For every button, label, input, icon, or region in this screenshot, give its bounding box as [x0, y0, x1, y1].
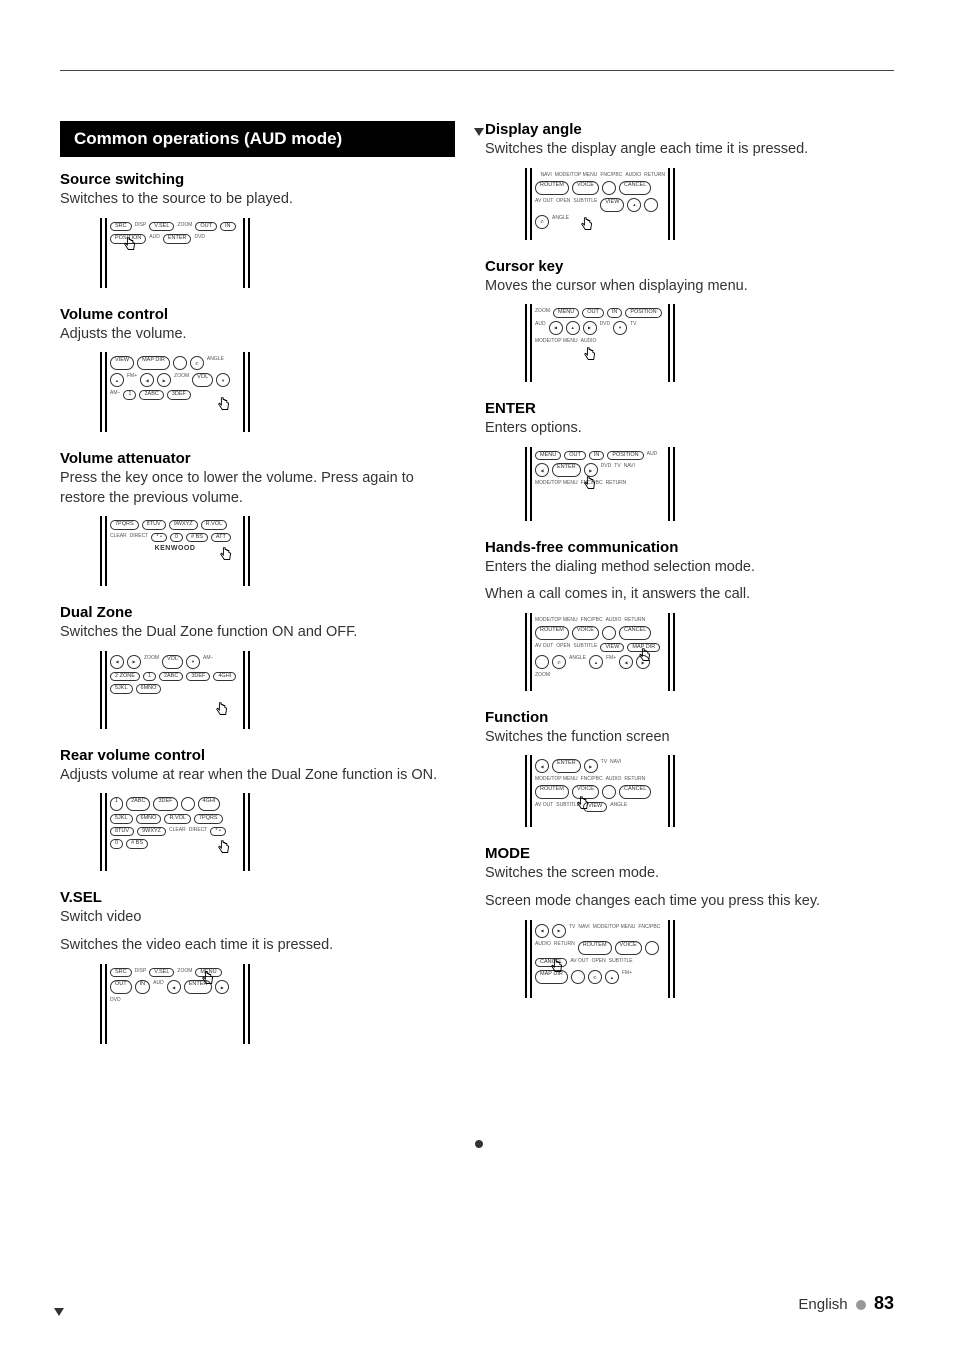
description: Screen mode changes each time you press …	[485, 892, 894, 912]
remote-diagram-volume: VIEW MAP DIR ✆ ANGLE ▲ FM+ ◀ ▶ ZOOM VOL …	[100, 352, 250, 432]
enter-button[interactable]: ENTER	[163, 234, 192, 244]
vsel-button[interactable]: V.SEL	[149, 968, 174, 978]
description: When a call comes in, it answers the cal…	[485, 585, 894, 605]
pointer-hand-icon	[218, 546, 236, 564]
section-vsel: V.SEL Switch video Switches the video ea…	[60, 889, 455, 1043]
remote-diagram-function: ◀ ENTER ▶ TV NAVI MODE/TOP MENU FNC/PBC …	[525, 755, 675, 827]
section-hands-free: Hands-free communication Enters the dial…	[485, 539, 894, 691]
section-function: Function Switches the function screen ◀ …	[485, 709, 894, 828]
pointer-hand-icon	[549, 958, 567, 976]
remote-diagram-vsel: SRC DISP V.SEL ZOOM MENU OUT IN AUD ◀ EN…	[100, 964, 250, 1044]
remote-diagram-angle: NAVI MODE/TOP MENU FNC/PBC AUDIO RETURN …	[525, 168, 675, 240]
section-header: Common operations (AUD mode)	[60, 121, 455, 157]
pointer-hand-icon	[582, 346, 600, 364]
pointer-hand-icon	[582, 475, 600, 493]
description: Adjusts volume at rear when the Dual Zon…	[60, 766, 455, 786]
section-mode: MODE Switches the screen mode. Screen mo…	[485, 845, 894, 997]
page-continue-marker	[54, 1308, 64, 1316]
map-dir-button[interactable]: MAP DIR	[137, 356, 170, 370]
remote-diagram-rvol: 1 2ABC 3DEF 4GHI 5JKL 6MNO R.VOL 7PQRS 8…	[100, 793, 250, 871]
pointer-hand-icon	[216, 396, 234, 414]
description: Switches the video each time it is press…	[60, 936, 455, 956]
description: Switches the Dual Zone function ON and O…	[60, 623, 455, 643]
phone-off-icon[interactable]: ✆	[588, 970, 602, 984]
open-icon[interactable]: ▲	[627, 198, 641, 212]
heading: MODE	[485, 845, 894, 862]
heading: V.SEL	[60, 889, 455, 906]
section-display-angle: Display angle Switches the display angle…	[485, 121, 894, 240]
vol-button[interactable]: VOL	[192, 373, 213, 387]
heading: Cursor key	[485, 258, 894, 275]
description: Enters the dialing method selection mode…	[485, 558, 894, 578]
in-button[interactable]: IN	[220, 222, 236, 232]
footer-page-number: 83	[874, 1293, 894, 1313]
pointer-hand-icon	[579, 216, 597, 234]
description: Switches the function screen	[485, 728, 894, 748]
view-button[interactable]: VIEW	[110, 356, 134, 370]
section-volume-control: Volume control Adjusts the volume. VIEW …	[60, 306, 455, 433]
description: Switches the screen mode.	[485, 864, 894, 884]
2zone-button[interactable]: 2 ZONE	[110, 672, 140, 682]
footer-dot-icon	[856, 1300, 866, 1310]
remote-diagram-att: 7PQRS 8TUV 9WXYZ R.VOL CLEAR DIRECT * • …	[100, 516, 250, 586]
section-end-marker	[475, 1140, 483, 1148]
heading: Display angle	[485, 121, 894, 138]
remote-diagram-enter: MENU OUT IN POSITION AUD ◀ ENTER ▶ DVD T…	[525, 447, 675, 521]
vsel-button[interactable]: V.SEL	[149, 222, 174, 232]
remote-diagram-handsfree: MODE/TOP MENU FNC/PBC AUDIO RETURN ROUTE…	[525, 613, 675, 691]
description: Enters options.	[485, 419, 894, 439]
description: Adjusts the volume.	[60, 325, 455, 345]
mode-button[interactable]: ROUTEM	[578, 941, 612, 955]
description: Moves the cursor when displaying menu.	[485, 277, 894, 297]
description: Press the key once to lower the volume. …	[60, 469, 455, 508]
src-button[interactable]: SRC	[110, 222, 132, 232]
footer-language: English	[798, 1296, 847, 1313]
pointer-hand-icon	[122, 236, 140, 254]
att-button[interactable]: ATT	[211, 533, 231, 543]
pointer-hand-icon	[214, 701, 232, 719]
heading: Dual Zone	[60, 604, 455, 621]
pointer-hand-icon	[637, 647, 655, 665]
pointer-hand-icon	[216, 839, 234, 857]
description: Switches to the source to be played.	[60, 190, 455, 210]
section-dual-zone: Dual Zone Switches the Dual Zone functio…	[60, 604, 455, 729]
heading: Volume control	[60, 306, 455, 323]
src-button[interactable]: SRC	[110, 968, 132, 978]
section-source-switching: Source switching Switches to the source …	[60, 171, 455, 288]
remote-diagram-dualzone: ◀ ▶ ZOOM VOL ▼ AM− 2 ZONE 1 2ABC 3DEF 4G…	[100, 651, 250, 729]
remote-diagram-cursor: ZOOM MENU OUT IN POSITION AUD ◀ ▲ ▶ DVD …	[525, 304, 675, 382]
phone-off-icon[interactable]: ✆	[535, 215, 549, 229]
rvol-button[interactable]: R.VOL	[164, 814, 191, 824]
remote-diagram-mode: ◀ ▶ TV NAVI MODE/TOP MENU FNC/PBC AUDIO …	[525, 920, 675, 998]
heading: Volume attenuator	[60, 450, 455, 467]
enter-button[interactable]: ENTER	[552, 463, 581, 477]
page-footer: English 83	[798, 1293, 894, 1314]
pointer-hand-icon	[200, 970, 218, 988]
heading: Rear volume control	[60, 747, 455, 764]
heading: ENTER	[485, 400, 894, 417]
phone-off-icon[interactable]: ✆	[190, 356, 204, 370]
section-volume-attenuator: Volume attenuator Press the key once to …	[60, 450, 455, 586]
heading: Function	[485, 709, 894, 726]
section-rear-volume: Rear volume control Adjusts volume at re…	[60, 747, 455, 872]
description: Switches the display angle each time it …	[485, 140, 894, 160]
section-cursor-key: Cursor key Moves the cursor when display…	[485, 258, 894, 383]
phone-on-icon[interactable]: ✆	[552, 655, 566, 669]
heading: Hands-free communication	[485, 539, 894, 556]
description: Switch video	[60, 908, 455, 928]
remote-diagram-source: SRC DISP V.SEL ZOOM OUT IN POSITION AUD …	[100, 218, 250, 288]
out-button[interactable]: OUT	[195, 222, 217, 232]
pointer-hand-icon	[575, 795, 593, 813]
heading: Source switching	[60, 171, 455, 188]
section-enter: ENTER Enters options. MENU OUT IN POSITI…	[485, 400, 894, 521]
